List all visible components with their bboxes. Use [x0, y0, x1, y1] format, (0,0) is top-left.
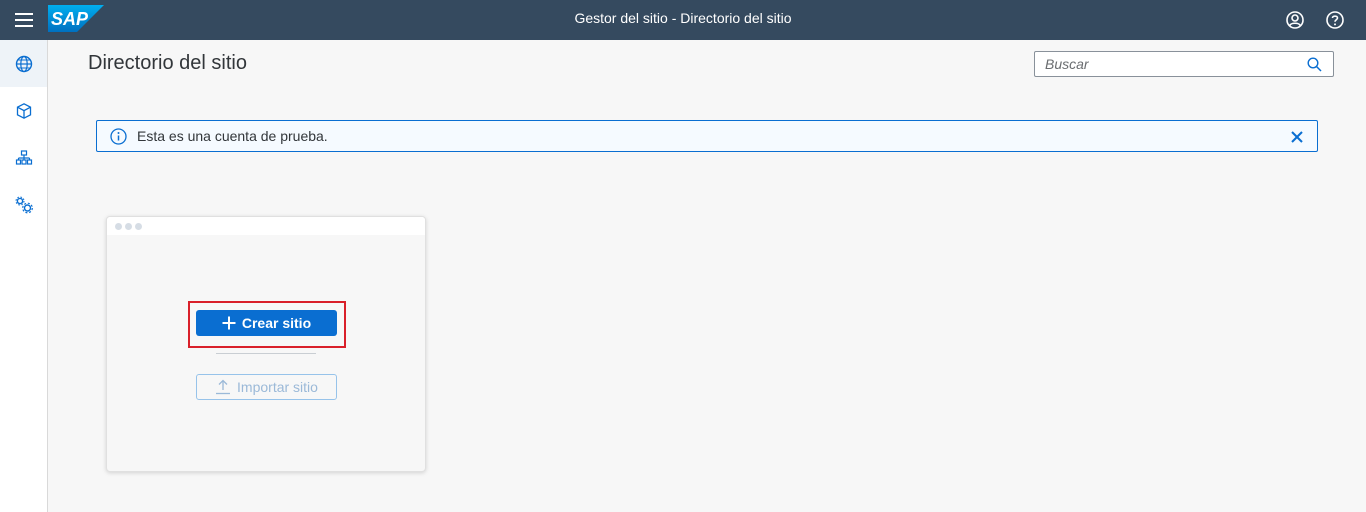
svg-text:SAP: SAP: [51, 9, 89, 29]
user-button[interactable]: [1284, 9, 1306, 31]
nav-item-settings[interactable]: [0, 181, 47, 228]
nav-item-hierarchy[interactable]: [0, 134, 47, 181]
menu-icon: [15, 13, 33, 27]
menu-button[interactable]: [0, 0, 48, 40]
plus-icon: [222, 316, 236, 330]
side-navigation: [0, 40, 48, 512]
search-icon: [1306, 56, 1322, 72]
info-icon: [109, 127, 127, 145]
window-dot-icon: [135, 222, 142, 230]
search-input[interactable]: [1035, 52, 1299, 76]
info-message-strip: Esta es una cuenta de prueba.: [96, 120, 1318, 152]
create-site-label: Crear sitio: [241, 315, 312, 331]
search-button[interactable]: [1299, 52, 1329, 76]
card-header: [107, 217, 425, 235]
nav-item-site-directory[interactable]: [0, 40, 47, 87]
message-text: Esta es una cuenta de prueba.: [137, 128, 328, 144]
close-message-button[interactable]: [1287, 127, 1307, 147]
divider: [216, 353, 316, 354]
sap-logo[interactable]: SAP: [48, 5, 104, 32]
create-site-button[interactable]: Crear sitio: [196, 310, 337, 336]
user-icon: [1286, 11, 1304, 29]
help-icon: [1326, 11, 1344, 29]
upload-icon: [216, 379, 231, 395]
cube-icon: [16, 102, 31, 119]
shell-bar: SAP Gestor del sitio - Directorio del si…: [0, 0, 1366, 40]
window-dot-icon: [125, 222, 132, 230]
settings-icon: [15, 196, 33, 213]
import-site-button[interactable]: Importar sitio: [196, 374, 337, 400]
nav-item-content[interactable]: [0, 87, 47, 134]
help-button[interactable]: [1324, 9, 1346, 31]
close-icon: [1291, 131, 1303, 143]
window-dot-icon: [115, 222, 122, 230]
import-site-label: Importar sitio: [237, 379, 318, 395]
hierarchy-icon: [15, 149, 32, 165]
shell-title: Gestor del sitio - Directorio del sitio: [574, 10, 792, 26]
globe-icon: [15, 55, 32, 72]
search-field[interactable]: [1034, 51, 1334, 77]
page-title: Directorio del sitio: [88, 52, 247, 74]
